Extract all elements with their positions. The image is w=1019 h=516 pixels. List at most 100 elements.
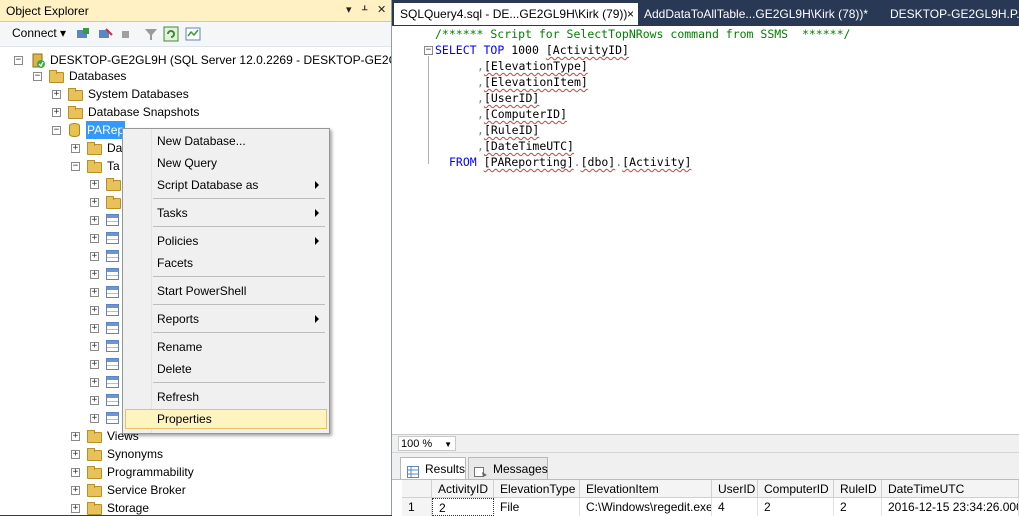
expand-icon[interactable]: +: [90, 324, 99, 333]
tree-node-system-databases[interactable]: + System Databases: [0, 85, 391, 103]
collapse-region-icon[interactable]: [408, 26, 422, 42]
tab-sqlquery4[interactable]: SQLQuery4.sql - DE...GE2GL9H\Kirk (79)) …: [394, 3, 638, 25]
tree-node-table[interactable]: +: [0, 391, 122, 409]
expand-icon[interactable]: +: [90, 414, 99, 423]
grid-column-header[interactable]: ElevationType: [494, 480, 580, 498]
expand-icon[interactable]: +: [71, 468, 80, 477]
zoom-dropdown[interactable]: 100 % ▼: [398, 436, 456, 451]
tree-node-table[interactable]: +: [0, 265, 122, 283]
expand-icon[interactable]: +: [90, 396, 99, 405]
grid-cell[interactable]: 4: [712, 498, 758, 516]
expand-icon[interactable]: +: [90, 252, 99, 261]
tree-node-table[interactable]: +: [0, 283, 122, 301]
menu-item-new-database[interactable]: New Database...: [125, 131, 327, 151]
grid-column-header[interactable]: ElevationItem: [580, 480, 712, 498]
tree-node-table[interactable]: +: [0, 409, 122, 427]
expand-icon[interactable]: +: [71, 432, 80, 441]
menu-item-properties[interactable]: Properties: [125, 409, 327, 429]
tree-node-programmability[interactable]: + Programmability: [0, 463, 391, 481]
tree-node-databases[interactable]: − Databases: [0, 67, 391, 85]
grid-cell[interactable]: C:\Windows\regedit.exe: [580, 498, 712, 516]
window-position-dropdown-icon[interactable]: ▾: [346, 3, 352, 16]
expand-icon[interactable]: +: [71, 486, 80, 495]
refresh-icon[interactable]: [163, 26, 179, 42]
connect-button[interactable]: Connect ▾: [12, 26, 66, 42]
grid-cell-selected[interactable]: 2: [432, 498, 494, 516]
expand-icon[interactable]: +: [90, 180, 99, 189]
tree-node-table-folder[interactable]: +: [0, 175, 122, 193]
tab-messages[interactable]: Messages: [468, 457, 548, 479]
menu-separator: [153, 198, 325, 199]
results-grid[interactable]: ActivityID ElevationType ElevationItem U…: [392, 479, 1019, 516]
expand-icon[interactable]: +: [71, 450, 80, 459]
expand-icon[interactable]: +: [90, 378, 99, 387]
grid-cell[interactable]: 2: [758, 498, 834, 516]
tree-node-synonyms[interactable]: + Synonyms: [0, 445, 391, 463]
pin-icon[interactable]: ᚆ: [362, 3, 367, 16]
outline-collapse-icon[interactable]: −: [424, 46, 433, 55]
menu-item-start-powershell[interactable]: Start PowerShell: [125, 281, 327, 301]
object-explorer-title: Object Explorer: [6, 4, 89, 18]
tree-node-table-folder[interactable]: +: [0, 193, 122, 211]
menu-item-reports[interactable]: Reports: [125, 309, 327, 329]
menu-item-facets[interactable]: Facets: [125, 253, 327, 273]
close-icon[interactable]: ✕: [377, 3, 386, 16]
menu-item-new-query[interactable]: New Query: [125, 153, 327, 173]
tree-node-storage[interactable]: + Storage: [0, 499, 391, 515]
collapse-icon[interactable]: −: [33, 72, 42, 81]
expand-icon[interactable]: +: [71, 504, 80, 513]
expand-icon[interactable]: +: [90, 198, 99, 207]
grid-cell[interactable]: 2: [834, 498, 882, 516]
expand-icon[interactable]: +: [90, 270, 99, 279]
grid-cell[interactable]: 2016-12-15 23:34:26.000: [882, 498, 1019, 516]
stop-icon[interactable]: [120, 26, 132, 42]
collapse-icon[interactable]: −: [14, 56, 23, 65]
menu-item-rename[interactable]: Rename: [125, 337, 327, 357]
tree-node-table[interactable]: +: [0, 301, 122, 319]
grid-column-header[interactable]: ComputerID: [758, 480, 834, 498]
grid-column-header[interactable]: UserID: [712, 480, 758, 498]
tree-node-table[interactable]: +: [0, 355, 122, 373]
tree-node-table[interactable]: +: [0, 229, 122, 247]
tree-node-table[interactable]: +: [0, 247, 122, 265]
tree-node-service-broker[interactable]: + Service Broker: [0, 481, 391, 499]
table-icon: [106, 394, 119, 406]
grid-row-number[interactable]: 1: [402, 498, 432, 516]
filter-icon[interactable]: [143, 26, 159, 42]
expand-icon[interactable]: +: [90, 234, 99, 243]
menu-item-refresh[interactable]: Refresh: [125, 387, 327, 407]
tab-results[interactable]: Results: [400, 457, 466, 479]
tree-node-database-snapshots[interactable]: + Database Snapshots: [0, 103, 391, 121]
menu-item-policies[interactable]: Policies: [125, 231, 327, 251]
expand-icon[interactable]: +: [52, 90, 61, 99]
activity-monitor-icon[interactable]: [185, 26, 201, 42]
expand-icon[interactable]: +: [71, 144, 80, 153]
expand-icon[interactable]: +: [90, 288, 99, 297]
expand-icon[interactable]: +: [90, 342, 99, 351]
disconnect-icon[interactable]: [97, 26, 113, 42]
tab-adddatatoalltables[interactable]: AddDataToAllTable...GE2GL9H\Kirk (78))*: [644, 3, 884, 25]
connect-object-icon[interactable]: [75, 26, 91, 42]
collapse-icon[interactable]: −: [71, 162, 80, 171]
grid-cell[interactable]: File: [494, 498, 580, 516]
grid-column-header[interactable]: RuleID: [834, 480, 882, 498]
menu-item-script-database-as[interactable]: Script Database as: [125, 175, 327, 195]
tree-node-table[interactable]: +: [0, 337, 122, 355]
collapse-icon[interactable]: −: [52, 126, 61, 135]
expand-icon[interactable]: +: [90, 360, 99, 369]
expand-icon[interactable]: +: [52, 108, 61, 117]
menu-item-tasks[interactable]: Tasks: [125, 203, 327, 223]
tree-node-table[interactable]: +: [0, 373, 122, 391]
tab-close-icon[interactable]: ×: [627, 3, 634, 25]
expand-icon[interactable]: +: [90, 216, 99, 225]
menu-item-delete[interactable]: Delete: [125, 359, 327, 379]
sql-code-editor[interactable]: /****** Script for SelectTopNRows comman…: [392, 26, 1019, 434]
code-line-select: SELECT TOP 1000 [ActivityID]: [435, 43, 629, 57]
table-icon: [106, 376, 119, 388]
expand-icon[interactable]: +: [90, 306, 99, 315]
grid-column-header[interactable]: DateTimeUTC: [882, 480, 1019, 498]
tab-desktop-ge2gl9h[interactable]: DESKTOP-GE2GL9H.P...g: [890, 3, 1019, 25]
grid-column-header[interactable]: ActivityID: [432, 480, 494, 498]
tree-node-table[interactable]: +: [0, 319, 122, 337]
tree-node-table[interactable]: +: [0, 211, 122, 229]
